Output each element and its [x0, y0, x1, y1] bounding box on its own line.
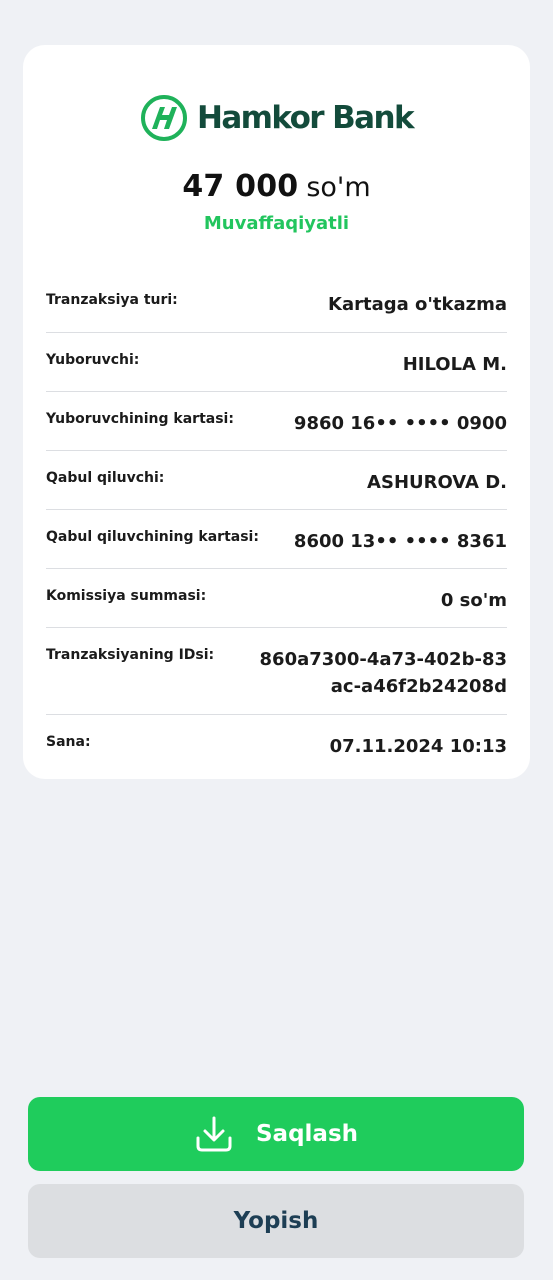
status-text: Muvaffaqiyatli: [203, 213, 350, 234]
detail-value-line: Kartaga o'tkazma: [328, 294, 507, 315]
detail-row: Sana: 07.11.2024 10:13: [46, 715, 507, 775]
detail-value: 07.11.2024 10:13: [330, 715, 507, 760]
brand-header: Hamkor Bank: [23, 92, 530, 144]
close-button-label: Yopish: [233, 1208, 319, 1234]
detail-value: 860a7300-4a73-402b-83 ac-a46f2b24208d: [260, 628, 507, 700]
detail-value: 0 so'm: [441, 569, 507, 614]
hamkor-h-logo-icon: [141, 95, 188, 141]
detail-label: Komissiya summasi:: [46, 588, 207, 604]
detail-label: Qabul qiluvchining kartasi:: [46, 529, 259, 545]
detail-label: Tranzaksiya turi:: [46, 292, 178, 308]
detail-value-line: 860a7300-4a73-402b-83: [259, 649, 507, 670]
detail-value-line: 0 so'm: [440, 590, 507, 611]
detail-label: Tranzaksiyaning IDsi:: [46, 647, 215, 663]
detail-value-line: 07.11.2024 10:13: [329, 736, 507, 757]
receipt-card: Hamkor Bank 47 000 so'm Muvaffaqiyatli Tr…: [23, 45, 530, 779]
detail-value-line: HILOLA M.: [402, 354, 507, 375]
detail-value: 9860 16•• •••• 0900: [294, 392, 507, 437]
detail-label: Yuboruvchi:: [46, 352, 140, 368]
detail-label: Sana:: [46, 734, 91, 750]
save-button[interactable]: Saqlash: [28, 1097, 524, 1171]
detail-label: Qabul qiluvchi:: [46, 470, 165, 486]
detail-value: 8600 13•• •••• 8361: [294, 510, 507, 555]
detail-label: Yuboruvchining kartasi:: [46, 411, 234, 427]
detail-value-line: ac-a46f2b24208d: [330, 676, 507, 697]
detail-value-line: 8600 13•• •••• 8361: [293, 531, 507, 552]
close-button[interactable]: Yopish: [28, 1184, 524, 1258]
amount-display: 47 000 so'm: [23, 169, 530, 209]
detail-value: Kartaga o'tkazma: [328, 273, 507, 318]
receipt-screen: Hamkor Bank 47 000 so'm Muvaffaqiyatli Tr…: [0, 0, 553, 1280]
detail-row: Qabul qiluvchi: ASHUROVA D.: [46, 451, 507, 510]
detail-row: Tranzaksiya turi: Kartaga o'tkazma: [46, 273, 507, 333]
detail-value-line: ASHUROVA D.: [367, 472, 507, 493]
save-button-label: Saqlash: [255, 1121, 359, 1147]
amount-currency: so'm: [306, 172, 371, 203]
brand-name: Hamkor Bank: [197, 100, 415, 136]
detail-row: Yuboruvchi: HILOLA M.: [46, 333, 507, 392]
detail-row: Yuboruvchining kartasi: 9860 16•• •••• 09…: [46, 392, 507, 451]
download-icon: [196, 1116, 232, 1152]
detail-row: Komissiya summasi: 0 so'm: [46, 569, 507, 628]
detail-value-line: 9860 16•• •••• 0900: [293, 413, 507, 434]
transaction-details: Tranzaksiya turi: Kartaga o'tkazma Yuboruv…: [46, 273, 507, 775]
detail-row: Tranzaksiyaning IDsi: 860a7300-4a73-402b-…: [46, 628, 507, 715]
detail-row: Qabul qiluvchining kartasi: 8600 13•• •••…: [46, 510, 507, 569]
detail-value: ASHUROVA D.: [367, 451, 507, 496]
amount-value: 47 000: [182, 169, 299, 204]
detail-value: HILOLA M.: [403, 333, 507, 378]
